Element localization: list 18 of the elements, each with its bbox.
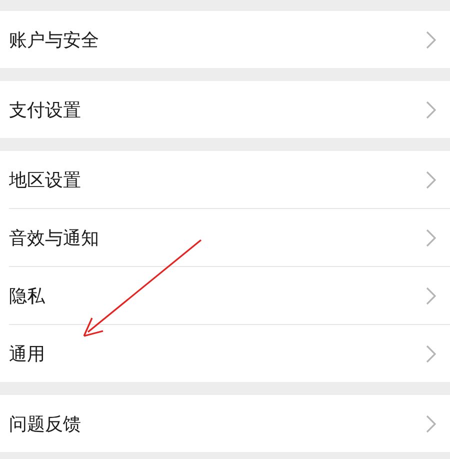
chevron-icon [426, 100, 436, 118]
chevron-icon [426, 286, 436, 304]
chevron-icon [426, 414, 436, 432]
chevron-icon [426, 344, 436, 362]
item-label: 账户与安全 [9, 28, 99, 52]
item-label: 问题反馈 [9, 412, 81, 436]
item-label: 支付设置 [9, 98, 81, 122]
settings-item[interactable]: 通用 [9, 325, 450, 382]
settings-item[interactable]: 隐私 [9, 267, 450, 325]
chevron-icon [426, 228, 436, 246]
settings-item[interactable]: 地区设置 [9, 151, 450, 209]
chevron-icon [426, 170, 436, 188]
item-label: 通用 [9, 342, 45, 366]
settings-item[interactable]: 音效与通知 [9, 209, 450, 267]
item-label: 地区设置 [9, 168, 81, 192]
item-label: 音效与通知 [9, 226, 99, 250]
item-label: 隐私 [9, 284, 45, 308]
chevron-icon [426, 30, 436, 48]
